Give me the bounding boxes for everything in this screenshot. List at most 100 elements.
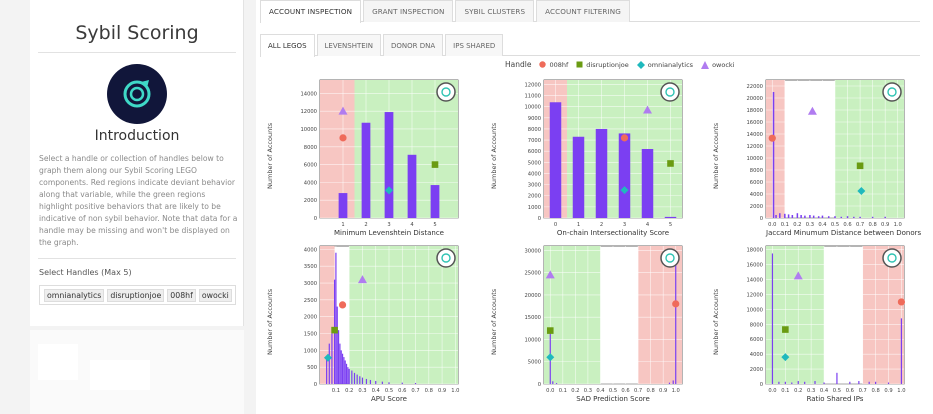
- chart-bar: [331, 333, 333, 384]
- y-tick-label: 2500: [304, 298, 317, 304]
- tab-sybil-clusters[interactable]: Sybil Clusters: [455, 0, 535, 22]
- chart-bar: [884, 216, 886, 218]
- subtab-levenshtein[interactable]: Levenshtein: [316, 34, 381, 56]
- x-tick-label: 4: [410, 222, 414, 228]
- x-axis-title: Jaccard Minumum Distance between Donors: [766, 229, 922, 237]
- sybil-logo-icon: [436, 82, 456, 102]
- y-tick-label: 9000: [528, 116, 541, 122]
- chart-shared-ips: 0 2000 4000 6000 8000 10000 12000 14000 16000 180…: [706, 240, 916, 412]
- y-tick-label: 22000: [746, 84, 763, 90]
- tab-account-filtering[interactable]: Account Filtering: [536, 0, 630, 22]
- chart-onchain: 0 1000 2000 3000 4000 5000 6000 7000 8000 9000 100…: [484, 74, 694, 246]
- x-tick-label: 0.5: [385, 388, 393, 394]
- chart-bar: [778, 381, 780, 384]
- x-axis-title: SAD Prediction Score: [576, 395, 650, 403]
- x-tick-label: 0.0: [768, 222, 776, 228]
- y-tick-label: 2000: [750, 204, 763, 210]
- y-tick-label: 4000: [750, 192, 763, 198]
- x-tick-label: 1.0: [894, 222, 902, 228]
- y-tick-label: 0: [538, 216, 541, 222]
- x-tick-label: 0.3: [584, 388, 592, 394]
- chart-legend: Handle 008hf disruptionjoe omnianalytics…: [505, 60, 738, 69]
- y-tick-label: 5000: [528, 360, 541, 366]
- y-tick-label: 2000: [304, 315, 317, 321]
- legend-item-label: disruptionjoe: [586, 60, 629, 69]
- chart-bar: [771, 253, 774, 384]
- legend-item-label: owocki: [712, 60, 735, 69]
- chart-bar: [384, 112, 394, 218]
- triangle-marker-icon: [701, 60, 710, 69]
- x-tick-label: 0.8: [872, 388, 880, 394]
- y-tick-label: 0: [760, 382, 763, 388]
- chart-bar: [336, 306, 338, 384]
- x-tick-label: 1.0: [897, 388, 905, 394]
- x-tick-label: 0.0: [768, 388, 776, 394]
- chart-bar: [827, 216, 830, 218]
- chart-bar: [326, 357, 328, 384]
- sybil-logo-icon: [660, 248, 680, 268]
- sidebar-title: Sybil Scoring: [75, 22, 199, 44]
- y-tick-label: 10000: [524, 337, 541, 343]
- x-tick-label: 0.1: [332, 388, 340, 394]
- x-tick-label: 1: [341, 222, 344, 228]
- y-tick-label: 2000: [304, 198, 317, 204]
- x-tick-label: 0.4: [372, 388, 381, 394]
- chart-bar: [836, 372, 838, 384]
- y-tick-label: 1000: [528, 205, 541, 211]
- x-tick-label: 0.6: [398, 388, 406, 394]
- marker-008hf: [620, 134, 629, 142]
- sybil-logo-icon: [882, 248, 902, 268]
- x-tick-label: 0.2: [794, 388, 802, 394]
- chart-bar: [804, 215, 806, 218]
- y-tick-label: 2000: [528, 194, 541, 200]
- subtab-donor-dna[interactable]: Donor DNA: [383, 34, 444, 56]
- chart-bar: [858, 381, 860, 384]
- subtab-ips-shared[interactable]: IPS Shared: [445, 34, 504, 56]
- chart-bar: [353, 372, 356, 384]
- marker-008hf: [338, 301, 347, 309]
- chart-bar: [887, 382, 890, 384]
- marker-008hf: [339, 134, 347, 142]
- legend-item[interactable]: 008hf: [539, 61, 568, 69]
- x-tick-label: 0.1: [781, 222, 789, 228]
- app-page: Sybil Scoring Introduction Select a hand…: [0, 0, 933, 414]
- subtab-all-legos[interactable]: All Legos: [260, 34, 315, 57]
- handle-select-input[interactable]: omnianalytics disruptionjoe 008hf owocki: [39, 285, 236, 305]
- y-tick-label: 12000: [524, 82, 541, 88]
- x-tick-label: 0.2: [793, 222, 801, 228]
- chart-sad: 0 5000 10000 15000 20000 25000 30000 0.0 0.1 0.2 0…: [484, 240, 694, 412]
- handle-chip[interactable]: omnianalytics: [44, 288, 105, 302]
- primary-tabs: Account Inspection Grant Inspection Sybi…: [260, 0, 920, 23]
- tab-account-inspection[interactable]: Account Inspection: [260, 0, 362, 23]
- x-tick-label: 0.6: [621, 388, 629, 394]
- y-tick-label: 0: [760, 216, 763, 222]
- sidebar: Sybil Scoring Introduction Select a hand…: [30, 0, 244, 326]
- handle-chip[interactable]: 008hf: [167, 288, 196, 302]
- chart-bar: [791, 382, 793, 384]
- y-tick-label: 20000: [524, 293, 541, 299]
- x-tick-label: 0.5: [833, 388, 841, 394]
- y-tick-label: 6000: [528, 149, 541, 155]
- legend-item[interactable]: disruptionjoe: [576, 60, 629, 69]
- chart-bar: [351, 370, 353, 384]
- chart-bar: [784, 213, 786, 218]
- x-tick-label: 3: [387, 222, 390, 228]
- chart-bar: [347, 367, 349, 384]
- chart-bar: [834, 216, 836, 218]
- handle-chip[interactable]: disruptionjoe: [107, 288, 165, 302]
- chart-bar: [356, 374, 358, 384]
- chart-bar: [361, 122, 371, 218]
- legend-item[interactable]: owocki: [701, 60, 735, 69]
- chart-bar: [796, 213, 799, 218]
- y-tick-label: 20000: [746, 96, 763, 102]
- y-tick-label: 10000: [300, 127, 317, 133]
- sybil-logo-icon: [107, 64, 167, 124]
- handle-chip[interactable]: owocki: [198, 288, 232, 302]
- x-tick-label: 0.3: [358, 388, 366, 394]
- x-tick-label: 5: [669, 222, 672, 228]
- tab-grant-inspection[interactable]: Grant Inspection: [363, 0, 454, 22]
- x-axis-title: On-chain Intersectionality Score: [556, 229, 670, 237]
- sybil-logo-icon: [882, 82, 902, 102]
- y-axis-title: Number of Accounts: [490, 288, 498, 355]
- legend-item[interactable]: omnianalytics: [636, 60, 693, 69]
